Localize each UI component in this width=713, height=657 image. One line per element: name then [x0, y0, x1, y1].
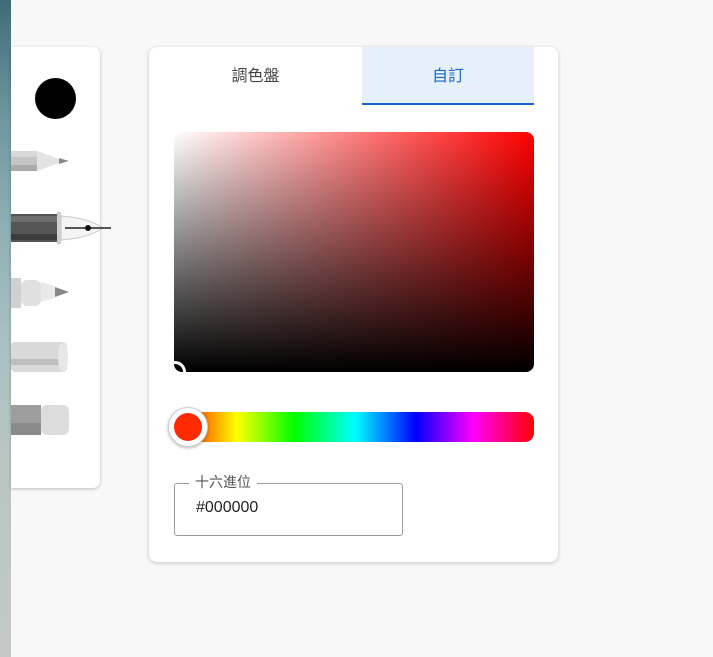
saturation-value-handle[interactable]	[174, 361, 186, 372]
pencil-icon	[11, 151, 69, 171]
saturation-value-area[interactable]	[174, 132, 534, 372]
tool-panel	[11, 47, 111, 488]
marker-tool[interactable]	[11, 274, 71, 310]
tab-custom[interactable]: 自訂	[362, 47, 534, 105]
eraser-tool[interactable]	[11, 403, 71, 437]
hex-field: 十六進位	[174, 474, 403, 536]
hex-input[interactable]	[196, 499, 386, 517]
highlighter-icon	[11, 342, 68, 372]
marker-icon	[11, 278, 69, 308]
hex-field-label: 十六進位	[189, 474, 257, 492]
eraser-icon	[11, 405, 69, 435]
highlighter-tool[interactable]	[11, 339, 71, 375]
hue-slider-track[interactable]	[176, 412, 534, 442]
pencil-tool[interactable]	[11, 145, 71, 179]
color-picker-panel: 調色盤 自訂 十六進位	[149, 47, 558, 562]
hue-color-preview	[174, 413, 202, 441]
canvas-background-edge	[0, 0, 11, 657]
hue-slider-handle[interactable]	[168, 407, 208, 447]
current-color-swatch[interactable]	[35, 78, 76, 119]
fountain-pen-tool[interactable]	[11, 208, 113, 248]
tab-palette[interactable]: 調色盤	[149, 47, 362, 105]
fountain-pen-icon	[11, 212, 111, 244]
